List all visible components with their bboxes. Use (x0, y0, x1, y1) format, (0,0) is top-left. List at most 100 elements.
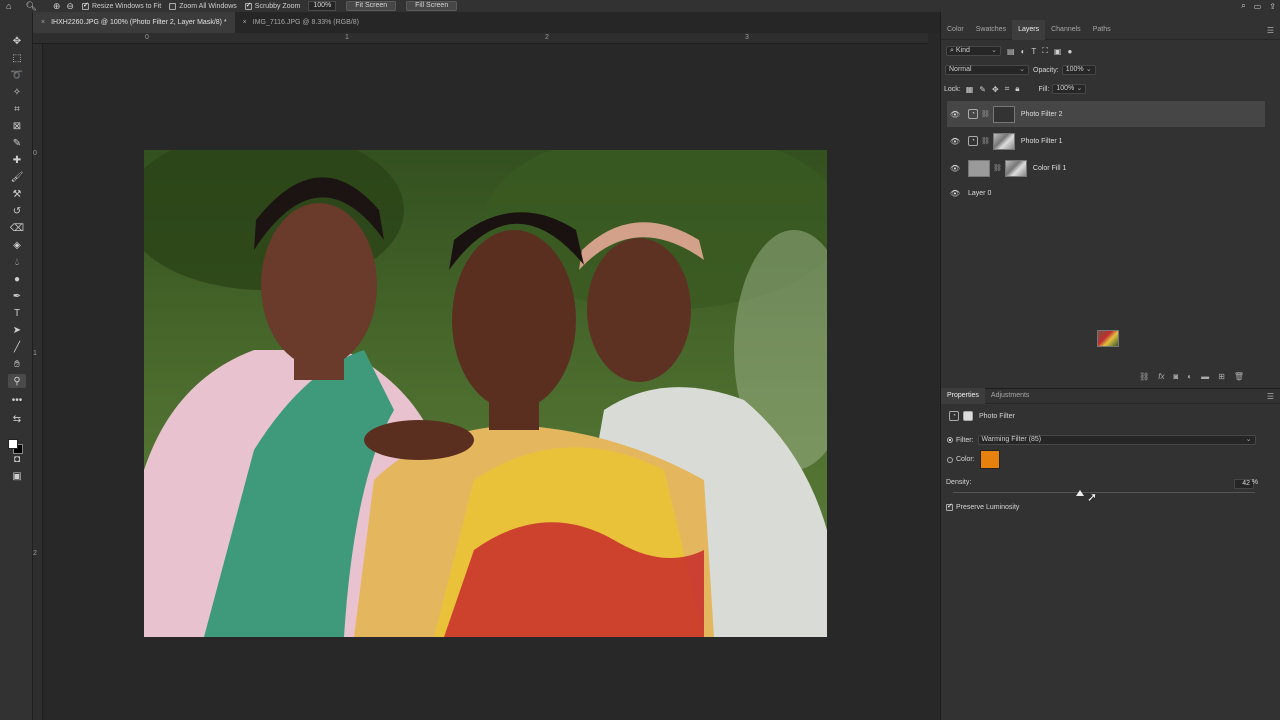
density-slider-track[interactable] (953, 492, 1255, 493)
layer-row-layer-0[interactable]: 👁︎ Layer 0 (947, 180, 1265, 347)
fit-screen-button[interactable]: Fit Screen (346, 1, 397, 11)
panel-menu-icon[interactable]: ☰ (1267, 26, 1274, 35)
add-mask-icon[interactable]: ◙ (1173, 372, 1178, 381)
line-tool-icon[interactable]: ╱ (8, 340, 26, 354)
scrubby-zoom-checkbox[interactable]: Scrubby Zoom (244, 1, 300, 10)
dodge-tool-icon[interactable]: ● (8, 272, 26, 286)
eyedropper-tool-icon[interactable]: ✎ (8, 136, 26, 150)
path-selection-tool-icon[interactable]: ➤ (8, 323, 26, 337)
zoom-tool-icon[interactable]: 🔍︎ (25, 1, 36, 12)
tab-document-2[interactable]: × IMG_7116.JPG @ 8.33% (RGB/8) (235, 12, 367, 33)
hand-tool-icon[interactable]: ✋︎ (8, 357, 26, 371)
new-layer-icon[interactable]: ⊞ (1218, 372, 1225, 381)
link-icon[interactable]: ⛓ (993, 164, 1002, 172)
blend-mode-select[interactable]: Normal ⌄ (945, 65, 1029, 75)
lock-position-icon[interactable]: ✥ (992, 85, 999, 94)
filter-radio[interactable] (947, 437, 953, 443)
eye-icon[interactable]: 👁︎ (948, 110, 962, 119)
clone-stamp-tool-icon[interactable]: ⚒ (8, 187, 26, 201)
blur-tool-icon[interactable]: 💧︎ (8, 255, 26, 269)
tab-layers[interactable]: Layers (1012, 19, 1046, 40)
brush-tool-icon[interactable]: 🖌︎ (8, 170, 26, 184)
share-icon[interactable]: ⇪ (1269, 2, 1276, 11)
layer-mask-thumbnail[interactable] (992, 105, 1015, 123)
filter-kind-select[interactable]: ⌕ Kind ⌄ (946, 46, 1001, 56)
adjustment-filter-icon[interactable]: ◐ (1021, 47, 1026, 56)
fx-icon[interactable]: fx (1158, 372, 1164, 381)
lasso-tool-icon[interactable]: ➰ (8, 68, 26, 82)
zoom-tool-icon[interactable]: ⚲ (8, 374, 26, 388)
new-adjustment-icon[interactable]: ◐ (1187, 372, 1192, 381)
frame-tool-icon[interactable]: ⊠ (8, 119, 26, 133)
fill-screen-button[interactable]: Fill Screen (406, 1, 458, 11)
pixel-filter-icon[interactable]: ▤ (1007, 47, 1015, 56)
tab-document-1[interactable]: × IHXH2260.JPG @ 100% (Photo Filter 2, L… (33, 12, 235, 33)
type-tool-icon[interactable]: T (8, 306, 26, 320)
screen-mode-icon[interactable]: ▣ (8, 469, 26, 483)
type-filter-icon[interactable]: T (1031, 47, 1036, 56)
density-slider-thumb[interactable] (1075, 490, 1084, 496)
link-icon[interactable]: ⛓ (981, 110, 990, 118)
preserve-luminosity-row[interactable]: Preserve Luminosity (941, 502, 1280, 511)
home-icon[interactable]: ⌂ (6, 1, 11, 11)
layer-mask-thumbnail[interactable] (992, 132, 1015, 150)
vertical-ruler[interactable]: 0 1 2 (33, 44, 43, 720)
smart-object-filter-icon[interactable]: ▣ (1054, 47, 1062, 56)
more-tools-icon[interactable]: ••• (8, 393, 26, 407)
zoom-value-field[interactable]: 100% (308, 1, 337, 11)
lock-transparent-icon[interactable]: ▦ (966, 85, 974, 94)
close-icon[interactable]: × (243, 19, 247, 26)
eye-icon[interactable]: 👁︎ (948, 164, 962, 173)
new-group-icon[interactable]: ▬ (1201, 372, 1209, 381)
move-tool-icon[interactable]: ✥ (8, 34, 26, 48)
pen-tool-icon[interactable]: ✒ (8, 289, 26, 303)
crop-tool-icon[interactable]: ⌗ (8, 102, 26, 116)
eye-icon[interactable]: 👁︎ (948, 189, 962, 198)
paint-bucket-tool-icon[interactable]: ◈ (8, 238, 26, 252)
workspace-icon[interactable]: ▭ (1254, 2, 1262, 11)
resize-windows-checkbox[interactable]: Resize Windows to Fit (81, 1, 161, 10)
filter-select[interactable]: Warming Filter (85) ⌄ (977, 435, 1256, 445)
zoom-in-icon[interactable]: ⊕ (53, 1, 61, 12)
tab-swatches[interactable]: Swatches (970, 20, 1012, 40)
filter-toggle-icon[interactable]: ● (1067, 47, 1072, 56)
default-colors-icon[interactable]: ⇆ (8, 412, 26, 426)
eye-icon[interactable]: 👁︎ (948, 137, 962, 146)
close-icon[interactable]: × (41, 19, 45, 26)
color-swatch[interactable] (979, 450, 1000, 469)
fill-field[interactable]: 100% ⌄ (1052, 84, 1087, 94)
tab-channels[interactable]: Channels (1045, 20, 1087, 40)
color-radio[interactable] (947, 456, 953, 463)
layer-thumbnail[interactable] (1097, 330, 1119, 347)
zoom-out-icon[interactable]: ⊖ (66, 1, 74, 12)
tab-color[interactable]: Color (941, 20, 970, 40)
marquee-tool-icon[interactable]: ⬚ (8, 51, 26, 65)
lock-image-icon[interactable]: ✎ (979, 85, 986, 94)
link-layers-icon[interactable]: ⛓ (1139, 372, 1149, 381)
quick-mask-icon[interactable]: ◘ (8, 452, 26, 466)
layer-row-photo-filter-2[interactable]: 👁︎ ◔ ⛓ Photo Filter 2 (947, 101, 1265, 127)
lock-all-icon[interactable]: 🔒︎ (1015, 84, 1019, 94)
delete-layer-icon[interactable]: 🗑︎ (1234, 372, 1244, 381)
horizontal-ruler[interactable]: 0 1 2 3 (33, 33, 928, 44)
properties-menu-icon[interactable]: ☰ (1267, 392, 1274, 401)
fill-color-thumbnail[interactable] (968, 159, 990, 177)
mask-icon[interactable] (963, 411, 973, 421)
foreground-color-swatch[interactable] (8, 439, 18, 449)
link-icon[interactable]: ⛓ (981, 137, 990, 145)
tab-properties[interactable]: Properties (941, 388, 985, 404)
tab-adjustments[interactable]: Adjustments (985, 388, 1036, 404)
tab-paths[interactable]: Paths (1087, 20, 1117, 40)
healing-brush-tool-icon[interactable]: ✚ (8, 153, 26, 167)
zoom-all-windows-checkbox[interactable]: Zoom All Windows (169, 2, 237, 10)
layer-row-color-fill-1[interactable]: 👁︎ ⛓ Color Fill 1 (947, 155, 1265, 181)
lock-artboard-icon[interactable]: ⌗ (1005, 84, 1010, 94)
eraser-tool-icon[interactable]: ⌫ (8, 221, 26, 235)
magic-wand-tool-icon[interactable]: ✧ (8, 85, 26, 99)
layer-row-photo-filter-1[interactable]: 👁︎ ◔ ⛓ Photo Filter 1 (947, 128, 1265, 154)
history-brush-tool-icon[interactable]: ↺ (8, 204, 26, 218)
shape-filter-icon[interactable]: ⛶ (1042, 46, 1048, 56)
layer-mask-thumbnail[interactable] (1004, 159, 1027, 177)
search-icon[interactable]: ⌕ (1241, 1, 1245, 11)
opacity-field[interactable]: 100% ⌄ (1061, 65, 1096, 75)
